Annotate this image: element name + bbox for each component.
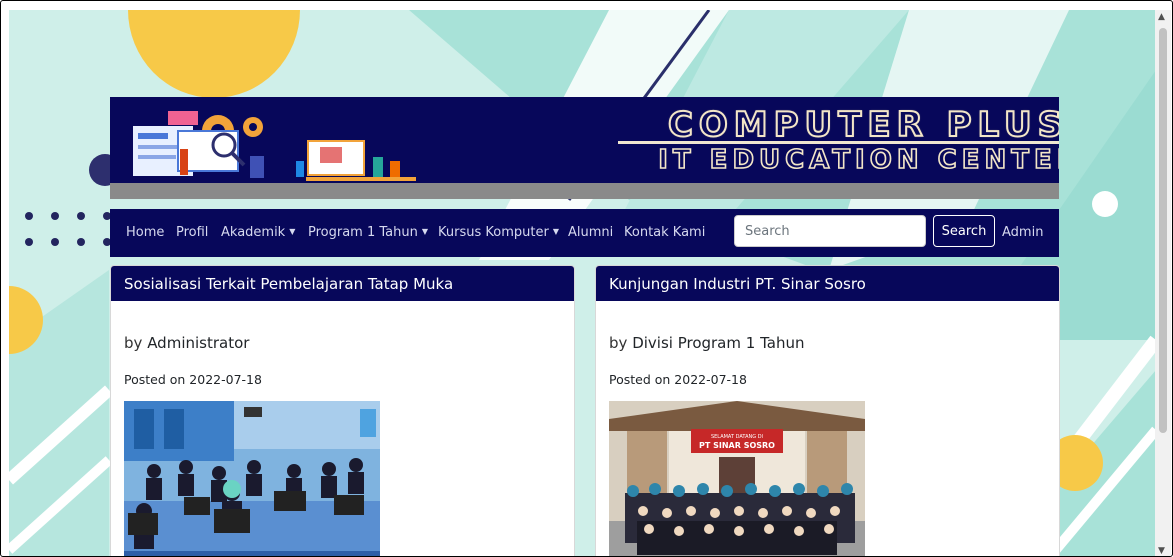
chevron-down-icon: ▼ <box>552 227 559 236</box>
vertical-scrollbar[interactable]: ▲ ▼ <box>1155 10 1171 556</box>
search-button[interactable]: Search <box>933 215 995 247</box>
post-author-line: by Administrator <box>124 334 249 352</box>
chevron-down-icon: ▼ <box>289 227 296 236</box>
banner-bottom-bar <box>110 183 1059 199</box>
scroll-up-icon[interactable]: ▲ <box>1158 12 1165 22</box>
main-navbar: Home Profil Akademik ▼ Program 1 Tahun ▼ K… <box>110 209 1059 257</box>
post-card: Kunjungan Industri PT. Sinar Sosro by Di… <box>595 265 1060 556</box>
post-author: Divisi Program 1 Tahun <box>632 334 805 352</box>
post-author: Administrator <box>147 334 250 352</box>
banner-title-underline <box>618 141 1059 144</box>
chevron-down-icon: ▼ <box>421 227 429 236</box>
post-title[interactable]: Kunjungan Industri PT. Sinar Sosro <box>596 266 1059 301</box>
nav-admin[interactable]: Admin <box>1002 225 1043 240</box>
post-author-prefix: by <box>609 334 628 352</box>
banner-title-sub: IT EDUCATION CENTER <box>657 144 1059 176</box>
post-title[interactable]: Sosialisasi Terkait Pembelajaran Tatap M… <box>111 266 574 301</box>
nav-kontak-kami[interactable]: Kontak Kami <box>624 225 705 240</box>
photo-sign-line1: SELAMAT DATANG DI <box>711 434 763 440</box>
nav-alumni[interactable]: Alumni <box>568 225 613 240</box>
nav-profil[interactable]: Profil <box>176 225 208 240</box>
scrollbar-thumb[interactable] <box>1159 28 1167 433</box>
search-input[interactable] <box>734 215 926 247</box>
site-banner: COMPUTER PLUS IT EDUCATION CENTER <box>110 97 1059 199</box>
browser-frame: COMPUTER PLUS IT EDUCATION CENTER Home P… <box>0 0 1173 557</box>
nav-kursus-komputer[interactable]: Kursus Komputer ▼ <box>438 225 559 240</box>
post-card: Sosialisasi Terkait Pembelajaran Tatap M… <box>110 265 575 556</box>
post-author-line: by Divisi Program 1 Tahun <box>609 334 804 352</box>
post-author-prefix: by <box>124 334 143 352</box>
scroll-down-icon[interactable]: ▼ <box>1158 546 1165 556</box>
nav-akademik[interactable]: Akademik ▼ <box>221 225 295 240</box>
banner-illustration <box>133 111 416 181</box>
nav-home[interactable]: Home <box>126 225 164 240</box>
post-date: Posted on 2022-07-18 <box>609 372 747 387</box>
banner-title-main: COMPUTER PLUS <box>667 104 1059 146</box>
nav-program-1-tahun[interactable]: Program 1 Tahun ▼ <box>308 225 428 240</box>
photo-sign-line2: PT SINAR SOSRO <box>699 441 775 450</box>
post-photo[interactable] <box>124 401 380 556</box>
post-date: Posted on 2022-07-18 <box>124 372 262 387</box>
post-photo[interactable]: SELAMAT DATANG DI PT SINAR SOSRO <box>609 401 865 556</box>
